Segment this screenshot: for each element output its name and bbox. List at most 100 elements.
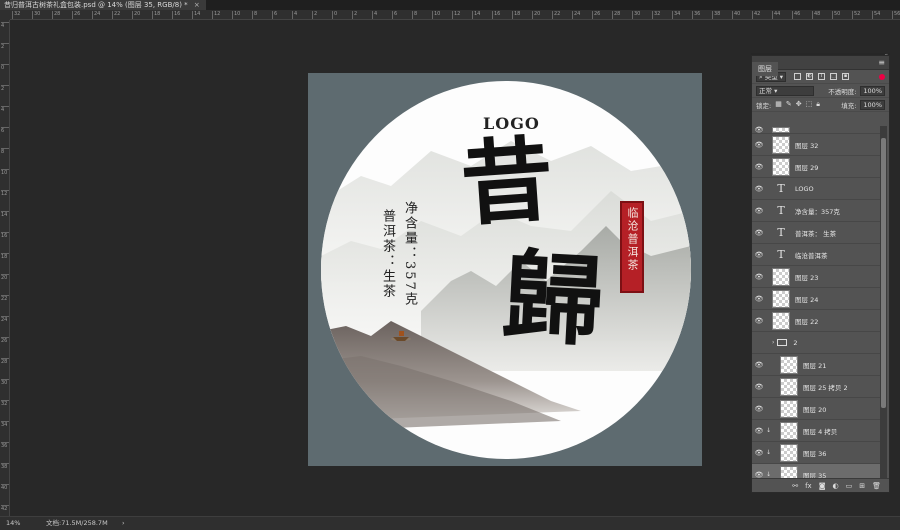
eye-icon[interactable]: 👁︎ <box>752 141 766 149</box>
text-layer-icon: T <box>777 182 785 195</box>
layer-thumbnail <box>772 267 790 286</box>
layer-row[interactable]: 👁︎ 图层 24 <box>752 288 881 310</box>
zoom-level[interactable]: 14% <box>6 517 20 530</box>
type-filter-icon[interactable]: T <box>818 73 826 80</box>
ruler-tick-label: 50 <box>832 11 840 19</box>
ruler-tick-label: 14 <box>192 11 200 19</box>
layers-scrollbar[interactable] <box>880 126 887 478</box>
layer-row[interactable]: 👁︎ T 临沧普洱茶 <box>752 244 881 266</box>
chevron-right-icon[interactable]: › <box>772 339 774 346</box>
mask-icon[interactable]: ◙ <box>819 482 826 490</box>
layer-row[interactable]: 👁︎ 图层 32 <box>752 134 881 156</box>
eye-icon[interactable]: 👁︎ <box>752 185 766 193</box>
eye-icon[interactable]: 👁︎ <box>752 383 766 391</box>
lock-position-icon[interactable]: ✥ <box>796 100 802 109</box>
pixel-filter-icon[interactable] <box>794 73 802 80</box>
layer-row[interactable]: 👁︎ 图层 21 <box>752 354 881 376</box>
shape-filter-icon[interactable]: ⬚ <box>830 73 838 80</box>
layer-row[interactable]: 👁︎ T 普洱茶： 生茶 <box>752 222 881 244</box>
link-icon[interactable]: ⚯ <box>792 482 798 490</box>
ruler-tick-label: 0 <box>1 64 9 71</box>
ruler-tick-label: 52 <box>852 11 860 19</box>
ruler-tick-label: 34 <box>1 421 9 428</box>
ruler-tick-label: 32 <box>12 11 20 19</box>
layer-row[interactable]: 👁︎ 图层 23 <box>752 266 881 288</box>
eye-icon[interactable]: 👁︎ <box>752 229 766 237</box>
tab-layers[interactable]: 图层 <box>752 62 778 76</box>
ruler-tick-label: 16 <box>1 232 9 239</box>
ruler-tick-label: 16 <box>172 11 180 19</box>
artboard[interactable]: LOGO 昔 歸 净含量：357克 普洱茶：生茶 临沧普洱茶 <box>308 73 702 466</box>
eye-icon[interactable]: 👁︎ <box>752 251 766 259</box>
new-layer-icon[interactable]: ⊞ <box>859 482 865 490</box>
eye-icon[interactable]: 👁︎ <box>752 207 766 215</box>
adjustment-filter-icon[interactable]: ◐ <box>806 73 814 80</box>
canvas-workspace[interactable]: LOGO 昔 歸 净含量：357克 普洱茶：生茶 临沧普洱茶 <box>10 20 750 516</box>
fx-icon[interactable]: fx <box>805 482 812 490</box>
layer-name: 净含量：357克 <box>795 207 840 216</box>
close-icon[interactable]: × <box>194 1 200 9</box>
lock-artboard-icon[interactable]: ⬚ <box>806 100 813 109</box>
document-tab[interactable]: 昔归普洱古树茶礼盒包装.psd @ 14% (图层 35, RGB/8) * × <box>0 0 206 10</box>
layer-name: 普洱茶： 生茶 <box>795 229 837 238</box>
layer-row[interactable]: 👁︎ T LOGO <box>752 178 881 200</box>
eye-icon[interactable]: 👁︎ <box>752 163 766 171</box>
layer-name: 图层 20 <box>803 405 827 414</box>
layer-row[interactable]: 👁︎ ↓ 图层 35 <box>752 464 881 478</box>
layer-row[interactable]: 👁︎ ↓ 图层 36 <box>752 442 881 464</box>
filter-toggle-icon[interactable] <box>879 73 885 80</box>
document-tab-bar: 昔归普洱古树茶礼盒包装.psd @ 14% (图层 35, RGB/8) * × <box>0 0 900 10</box>
ruler-tick-label: 24 <box>572 11 580 19</box>
blend-mode-select[interactable]: 正常 ▾ <box>756 85 814 96</box>
layer-row[interactable]: 👁︎ 图层 25 拷贝 2 <box>752 376 881 398</box>
text-layer-icon: T <box>777 204 785 217</box>
layer-row[interactable]: 👁︎ 图层 29 <box>752 156 881 178</box>
ruler-tick-label: 26 <box>72 11 80 19</box>
ruler-tick-label: 54 <box>872 11 880 19</box>
layer-row[interactable]: 👁︎ T 净含量：357克 <box>752 200 881 222</box>
horizontal-ruler[interactable]: 32 30 28 26 24 22 20 18 16 14 12 10 8 6 4 2 0 2 4 6 8 10 12 14 1… <box>10 10 900 20</box>
layer-thumbnail <box>780 355 798 374</box>
blend-mode-value: 正常 <box>759 86 772 95</box>
ruler-tick-label: 22 <box>112 11 120 19</box>
ruler-tick-label: 4 <box>1 106 9 113</box>
layer-row[interactable]: › 2 <box>752 332 881 354</box>
eye-icon[interactable]: 👁︎ <box>752 405 766 413</box>
clip-indicator-icon: ↓ <box>766 427 772 434</box>
layer-row[interactable]: 👁︎ 图层 22 <box>752 310 881 332</box>
eye-icon[interactable]: 👁︎ <box>752 273 766 281</box>
eye-icon[interactable]: 👁︎ <box>752 361 766 369</box>
eye-icon[interactable]: 👁︎ <box>752 295 766 303</box>
adjustment-icon[interactable]: ◐ <box>833 482 839 490</box>
lock-pixels-icon[interactable]: ✎ <box>786 100 792 109</box>
lock-all-icon[interactable]: 🔒︎ <box>816 100 820 109</box>
status-menu-arrow[interactable]: › <box>122 517 125 530</box>
status-bar: 14% 文档:71.5M/258.7M › <box>0 516 900 530</box>
eye-icon[interactable]: 👁︎ <box>752 427 766 435</box>
ruler-corner[interactable] <box>0 10 10 20</box>
smart-object-filter-icon[interactable]: ▪ <box>842 73 850 80</box>
eye-icon[interactable]: 👁︎ <box>752 126 766 134</box>
layer-row[interactable]: 👁︎ ↓ 图层 4 拷贝 <box>752 420 881 442</box>
ruler-tick-label: 6 <box>1 127 9 134</box>
ruler-tick-label: 38 <box>1 463 9 470</box>
vertical-ruler[interactable]: 4 2 0 2 4 6 8 10 12 14 16 18 20 22 24 26 28 30 32 34 36 38 40 4… <box>0 20 10 516</box>
menu-icon[interactable]: ≡ <box>878 58 885 67</box>
layers-list: 👁︎ 👁︎ 图层 32 👁︎ 图层 29 👁︎ T LOGO 👁︎ T 净含量：357克 👁︎ T 普洱茶… <box>752 126 881 478</box>
trash-icon[interactable]: 🗑︎ <box>872 482 881 490</box>
eye-icon[interactable]: 👁︎ <box>752 471 766 479</box>
layer-row[interactable]: 👁︎ 图层 20 <box>752 398 881 420</box>
ruler-tick-label: 8 <box>252 11 257 19</box>
eye-icon[interactable]: 👁︎ <box>752 317 766 325</box>
opacity-input[interactable]: 100% <box>860 85 885 96</box>
scrollbar-thumb[interactable] <box>881 138 886 408</box>
folder-icon[interactable]: ▭ <box>846 482 853 490</box>
layer-row[interactable]: 👁︎ <box>752 126 881 134</box>
fill-input[interactable]: 100% <box>860 99 885 110</box>
ruler-tick-label: 2 <box>1 43 9 50</box>
layer-name: 图层 29 <box>795 163 819 172</box>
lock-transparency-icon[interactable]: ▦ <box>775 100 782 109</box>
ruler-tick-label: 10 <box>232 11 240 19</box>
eye-icon[interactable]: 👁︎ <box>752 449 766 457</box>
ruler-tick-label: 4 <box>1 22 9 29</box>
